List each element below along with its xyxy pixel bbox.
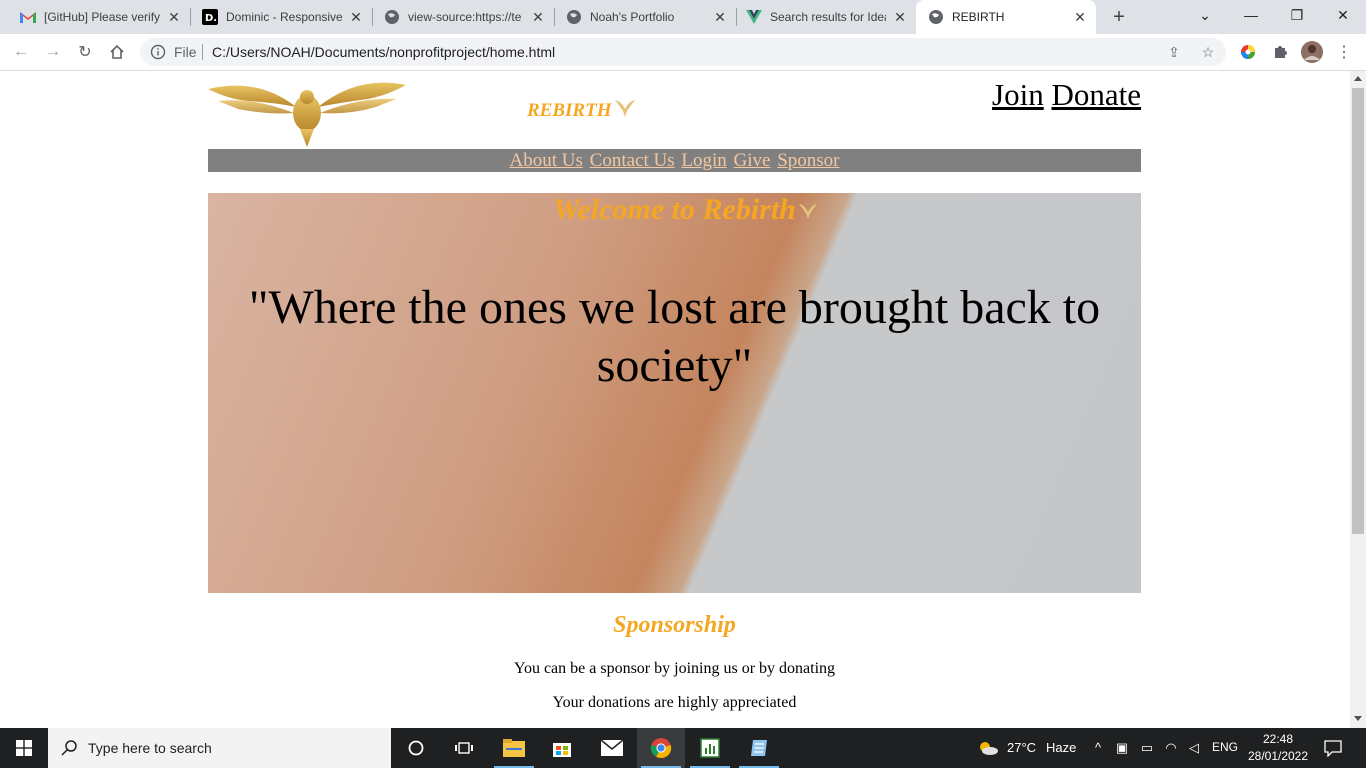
info-icon[interactable]	[150, 44, 166, 60]
weather-icon[interactable]	[978, 740, 998, 756]
clock-date: 28/01/2022	[1247, 749, 1309, 763]
tab-strip: [GitHub] Please verify ✕ D. Dominic - Re…	[0, 0, 1366, 34]
tab-portfolio[interactable]: Noah's Portfolio ✕	[546, 0, 737, 34]
hero-quote: "Where the ones we lost are brought back…	[248, 281, 1101, 392]
close-icon[interactable]: ✕	[348, 9, 364, 25]
address-bar[interactable]: File C:/Users/NOAH/Documents/nonprofitpr…	[140, 38, 1226, 66]
url-text[interactable]: C:/Users/NOAH/Documents/nonprofitproject…	[212, 44, 555, 60]
eagle-logo[interactable]	[208, 77, 406, 149]
taskbar-search-box[interactable]: Type here to search	[48, 728, 391, 768]
page-scrollbar[interactable]	[1350, 71, 1366, 728]
extensions-puzzle-icon[interactable]	[1268, 40, 1292, 64]
dev-icon: D.	[202, 9, 218, 25]
restore-button[interactable]: ❐	[1274, 0, 1320, 30]
nav-about-us[interactable]: About Us	[510, 150, 583, 171]
tab-search-dropdown-icon[interactable]: ⌄	[1182, 0, 1228, 30]
svg-text:D.: D.	[205, 13, 217, 24]
browser-toolbar: ← → ↻ File C:/Users/NOAH/Documents/nonpr…	[0, 34, 1366, 71]
language-indicator[interactable]: ENG	[1212, 740, 1238, 754]
cortana-icon[interactable]	[392, 728, 440, 768]
close-icon[interactable]: ✕	[530, 9, 546, 25]
globe-icon	[384, 9, 400, 25]
search-placeholder: Type here to search	[88, 740, 212, 756]
home-icon[interactable]	[105, 40, 129, 64]
clock[interactable]: 22:48 28/01/2022	[1246, 731, 1310, 765]
sponsorship-heading: Sponsorship	[613, 612, 736, 638]
scroll-up-arrow-icon[interactable]	[1354, 76, 1362, 81]
notifications-icon[interactable]	[1324, 739, 1342, 758]
close-window-button[interactable]: ✕	[1320, 0, 1366, 30]
color-extension-icon[interactable]	[1236, 40, 1260, 64]
brand-name: REBIRTH	[527, 100, 612, 121]
windows-logo-icon	[16, 740, 32, 756]
tab-view-source[interactable]: view-source:https://te ✕	[364, 0, 555, 34]
phoenix-icon	[614, 97, 636, 119]
back-icon[interactable]: ←	[9, 40, 33, 64]
main-nav: About Us Contact Us Login Give Sponsor	[208, 149, 1141, 172]
notepad-app-icon[interactable]	[735, 728, 783, 768]
microsoft-store-icon[interactable]	[538, 728, 586, 768]
nav-sponsor[interactable]: Sponsor	[777, 150, 839, 171]
forward-icon[interactable]: →	[41, 40, 65, 64]
sponsorship-text-2: Your donations are highly appreciated	[552, 694, 797, 711]
profile-avatar[interactable]	[1300, 40, 1324, 64]
top-links: Join Donate	[992, 77, 1141, 113]
wifi-icon[interactable]: ◠	[1163, 740, 1179, 756]
share-icon[interactable]: ⇪	[1166, 44, 1182, 60]
file-explorer-icon[interactable]	[490, 728, 538, 768]
new-tab-button[interactable]: +	[1108, 6, 1130, 28]
gmail-icon	[20, 9, 36, 25]
close-icon[interactable]: ✕	[892, 9, 908, 25]
reload-icon[interactable]: ↻	[73, 40, 97, 64]
globe-icon	[928, 9, 944, 25]
tab-title: view-source:https://te	[408, 10, 522, 24]
nav-contact-us[interactable]: Contact Us	[590, 150, 675, 171]
weather-temp[interactable]: 27°C	[1007, 740, 1036, 755]
join-link[interactable]: Join	[992, 77, 1044, 112]
tab-gmail[interactable]: [GitHub] Please verify ✕	[0, 0, 191, 34]
scroll-down-arrow-icon[interactable]	[1354, 716, 1362, 721]
scheme-label: File	[174, 44, 197, 60]
windows-taskbar: Type here to search 27°C Haze ^ ▣ ▭ ◠ ◁ …	[0, 728, 1366, 768]
scrollbar-thumb[interactable]	[1352, 88, 1364, 534]
tab-title: REBIRTH	[952, 10, 1005, 24]
nav-login[interactable]: Login	[681, 150, 726, 171]
tab-search-results[interactable]: Search results for Idea ✕	[726, 0, 916, 34]
meet-now-icon[interactable]: ▣	[1114, 740, 1130, 756]
chrome-icon[interactable]	[637, 728, 685, 768]
sponsorship-text-1: You can be a sponsor by joining us or by…	[513, 660, 836, 677]
hero-banner: Welcome to Rebirth "Where the ones we lo…	[208, 193, 1141, 593]
start-button[interactable]	[0, 728, 48, 768]
tab-title: Noah's Portfolio	[590, 10, 675, 24]
chevron-up-icon[interactable]: ^	[1090, 740, 1106, 756]
welcome-heading: Welcome to Rebirth	[553, 193, 796, 226]
close-icon[interactable]: ✕	[1072, 9, 1088, 25]
vue-icon	[746, 9, 762, 25]
tab-rebirth[interactable]: REBIRTH ✕	[916, 0, 1096, 34]
chart-app-icon[interactable]	[686, 728, 734, 768]
tab-title: Dominic - Responsive	[226, 10, 342, 24]
nav-give[interactable]: Give	[734, 150, 771, 171]
clock-time: 22:48	[1262, 732, 1294, 746]
page-viewport: REBIRTH Join Donate About Us Contact Us …	[0, 71, 1350, 728]
minimize-button[interactable]: —	[1228, 0, 1274, 30]
mail-icon[interactable]	[588, 728, 636, 768]
menu-kebab-icon[interactable]: ⋮	[1332, 40, 1356, 64]
address-divider	[202, 44, 203, 60]
volume-icon[interactable]: ◁	[1186, 740, 1202, 756]
task-view-icon[interactable]	[440, 728, 488, 768]
globe-icon	[566, 9, 582, 25]
bookmark-star-icon[interactable]: ☆	[1200, 44, 1216, 60]
close-icon[interactable]: ✕	[166, 9, 182, 25]
tab-title: Search results for Idea	[770, 10, 886, 24]
weather-condition[interactable]: Haze	[1046, 740, 1076, 755]
battery-icon[interactable]: ▭	[1139, 740, 1155, 756]
search-icon	[60, 739, 78, 757]
tab-dev[interactable]: D. Dominic - Responsive ✕	[182, 0, 373, 34]
tab-title: [GitHub] Please verify	[44, 10, 160, 24]
donate-link[interactable]: Donate	[1051, 77, 1141, 112]
phoenix-icon	[798, 201, 818, 221]
